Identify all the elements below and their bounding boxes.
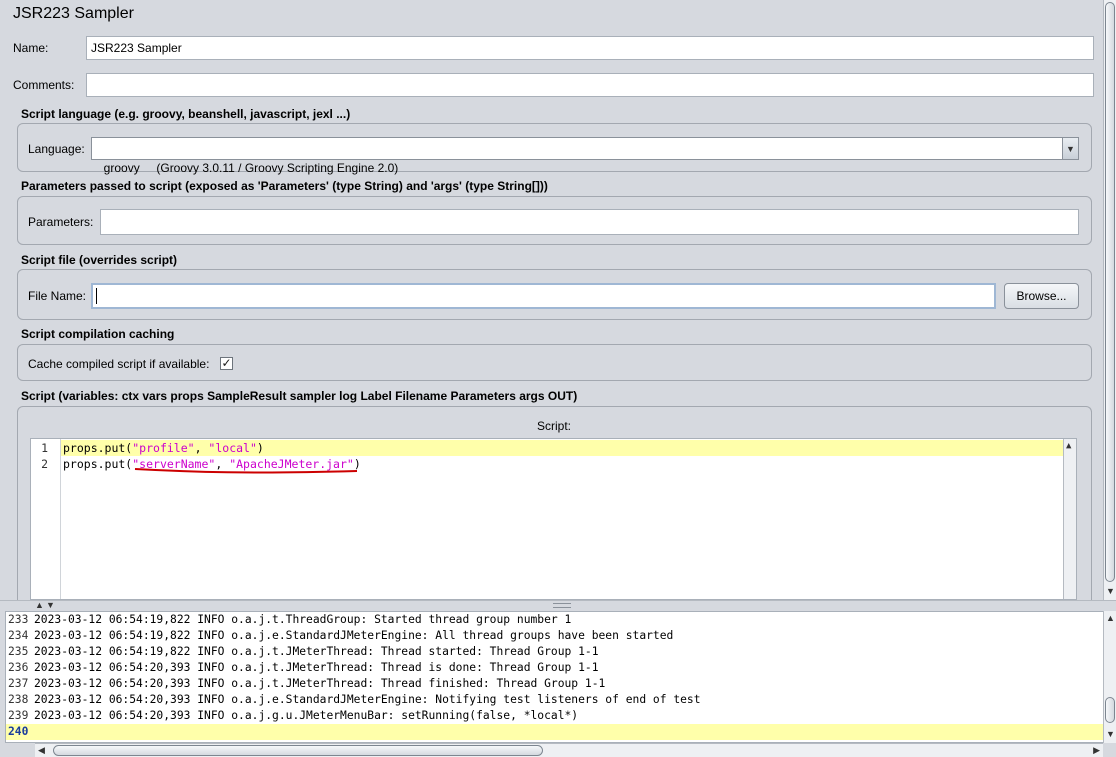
file-section-title: Script file (overrides script) — [21, 253, 178, 267]
log-row: 233 2023-03-12 06:54:19,822 INFO o.a.j.t.… — [6, 612, 1103, 628]
code-string: "profile" — [132, 441, 195, 455]
log-line-number: 236 — [8, 661, 29, 674]
name-label: Name: — [13, 41, 49, 55]
parameters-section-title: Parameters passed to script (exposed as … — [21, 179, 548, 193]
line-number: 1 — [41, 441, 48, 455]
code-line: props.put("profile", "local") — [63, 440, 264, 456]
code-string: "local" — [208, 441, 257, 455]
line-number: 2 — [41, 457, 48, 471]
scroll-up-icon[interactable]: ▲ — [1106, 613, 1115, 623]
language-label: Language: — [28, 142, 85, 156]
editor-vertical-scrollbar[interactable]: ▲ — [1063, 439, 1076, 599]
log-text: 2023-03-12 06:54:20,393 INFO o.a.j.g.u.J… — [34, 709, 579, 722]
scroll-left-icon[interactable]: ◀ — [38, 745, 45, 756]
text-cursor — [96, 288, 97, 304]
script-section-title: Script (variables: ctx vars props Sample… — [21, 389, 578, 403]
scroll-right-icon[interactable]: ▶ — [1093, 745, 1100, 756]
log-text: 2023-03-12 06:54:19,822 INFO o.a.j.t.Thr… — [34, 613, 572, 626]
log-line-number: 234 — [8, 629, 29, 642]
log-scroll-thumb[interactable] — [1105, 697, 1115, 723]
scroll-up-icon[interactable]: ▲ — [1066, 441, 1071, 451]
log-line-number: 238 — [8, 693, 29, 706]
drag-handle-icon[interactable] — [553, 603, 571, 608]
cache-checkbox[interactable]: ✓ — [220, 357, 233, 370]
log-line-number: 233 — [8, 613, 29, 626]
caching-section-title: Script compilation caching — [21, 327, 175, 341]
code-token: , — [194, 441, 209, 455]
log-line-number: 235 — [8, 645, 29, 658]
line-number-gutter: 1 2 — [31, 439, 61, 599]
script-editor[interactable]: 1 2 props.put("profile", "local") props.… — [30, 438, 1077, 600]
log-text: 2023-03-12 06:54:20,393 INFO o.a.j.t.JMe… — [34, 661, 599, 674]
log-line-number: 237 — [8, 677, 29, 690]
log-row: 239 2023-03-12 06:54:20,393 INFO o.a.j.g.… — [6, 708, 1103, 724]
script-editor-label: Script: — [537, 419, 572, 433]
check-icon: ✓ — [221, 356, 232, 370]
scroll-down-icon[interactable]: ▼ — [1106, 586, 1115, 596]
code-token: props.put( — [63, 441, 133, 455]
log-vertical-scrollbar[interactable]: ▲ ▼ — [1103, 611, 1116, 743]
log-text: 2023-03-12 06:54:19,822 INFO o.a.j.t.JMe… — [34, 645, 599, 658]
code-token: props.put( — [63, 457, 133, 471]
scroll-down-icon[interactable]: ▼ — [1106, 729, 1115, 739]
language-select-value: groovy (Groovy 3.0.11 / Groovy Scripting… — [103, 161, 399, 175]
log-row-current: 240 — [6, 724, 1103, 740]
collapse-up-icon[interactable]: ▲ — [35, 600, 44, 610]
log-row: 235 2023-03-12 06:54:19,822 INFO o.a.j.t.… — [6, 644, 1103, 660]
log-row: 234 2023-03-12 06:54:19,822 INFO o.a.j.e.… — [6, 628, 1103, 644]
browse-button[interactable]: Browse... — [1004, 283, 1079, 309]
parameters-field[interactable] — [100, 209, 1079, 235]
log-row: 237 2023-03-12 06:54:20,393 INFO o.a.j.t.… — [6, 676, 1103, 692]
page-title: JSR223 Sampler — [13, 5, 134, 22]
language-section-title: Script language (e.g. groovy, beanshell,… — [21, 107, 351, 121]
collapse-down-icon[interactable]: ▼ — [46, 600, 55, 610]
log-line-number: 240 — [8, 725, 29, 738]
log-row: 236 2023-03-12 06:54:20,393 INFO o.a.j.t.… — [6, 660, 1103, 676]
parameters-label: Parameters: — [28, 215, 94, 229]
file-name-label: File Name: — [28, 289, 87, 303]
cache-label: Cache compiled script if available: — [28, 357, 210, 371]
code-token: ) — [256, 441, 264, 455]
log-line-number: 239 — [8, 709, 29, 722]
log-row: 238 2023-03-12 06:54:20,393 INFO o.a.j.e.… — [6, 692, 1103, 708]
red-underline-annotation — [134, 468, 358, 474]
chevron-down-icon[interactable]: ▼ — [1062, 138, 1078, 159]
log-viewer[interactable]: 233 2023-03-12 06:54:19,822 INFO o.a.j.t.… — [5, 611, 1104, 743]
language-select[interactable]: groovy (Groovy 3.0.11 / Groovy Scripting… — [91, 137, 1079, 175]
panel-scroll-thumb[interactable] — [1105, 2, 1115, 582]
log-horizontal-scrollbar[interactable]: ◀ ▶ — [35, 743, 1103, 757]
log-text: 2023-03-12 06:54:20,393 INFO o.a.j.t.JMe… — [34, 677, 606, 690]
name-field[interactable]: JSR223 Sampler — [86, 36, 1094, 60]
comments-field[interactable] — [86, 73, 1094, 97]
comments-label: Comments: — [13, 78, 75, 92]
split-divider[interactable]: ▲ ▼ — [0, 600, 1116, 611]
panel-vertical-scrollbar[interactable]: ▼ — [1103, 0, 1116, 600]
log-hscroll-thumb[interactable] — [53, 745, 543, 756]
file-name-field[interactable] — [91, 283, 996, 309]
log-text: 2023-03-12 06:54:20,393 INFO o.a.j.e.Sta… — [34, 693, 701, 706]
log-text: 2023-03-12 06:54:19,822 INFO o.a.j.e.Sta… — [34, 629, 674, 642]
